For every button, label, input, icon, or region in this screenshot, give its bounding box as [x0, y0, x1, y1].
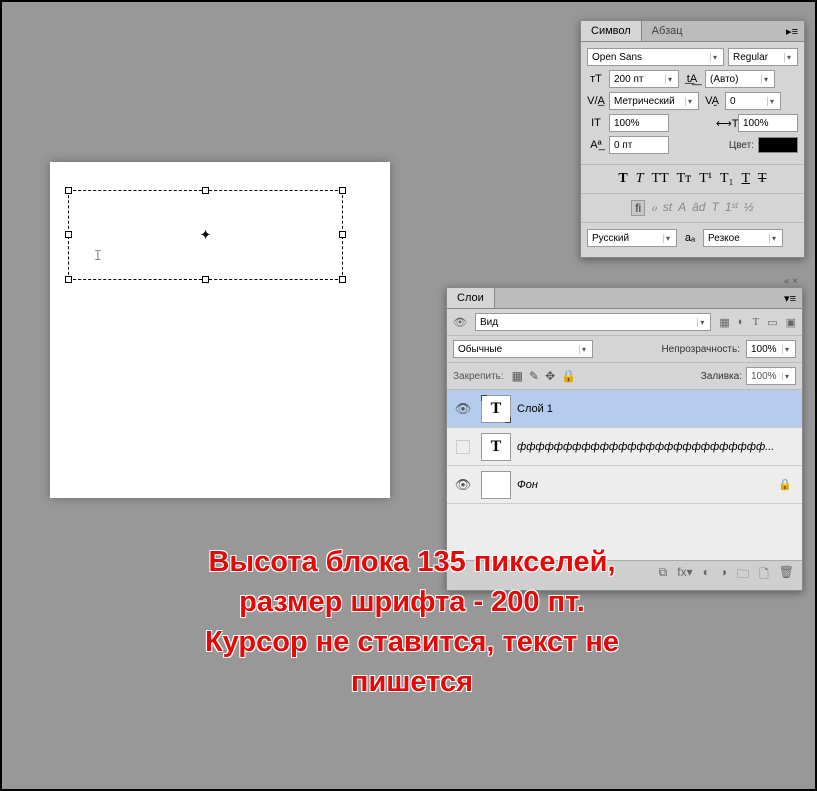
delete-layer-icon[interactable]: 🗑 [779, 565, 794, 586]
visibility-toggle[interactable]: 👁 [451, 401, 475, 417]
ot-discretionary[interactable]: st [663, 200, 672, 216]
filter-type-icon[interactable]: T [752, 316, 759, 328]
visibility-toggle[interactable] [456, 440, 470, 454]
handle-top-right[interactable] [339, 187, 346, 194]
style-smallcaps[interactable]: Tт [677, 171, 692, 187]
hscale-icon: ⟷T [716, 117, 734, 130]
baseline-input[interactable]: 0 пт [609, 136, 669, 154]
font-size-icon: тT [587, 73, 605, 85]
filter-smart-icon[interactable]: ▣ [786, 316, 796, 329]
antialias-icon: aₐ [681, 232, 699, 244]
filter-adjust-icon[interactable]: ◐ [738, 316, 745, 328]
ot-contextual[interactable]: T [711, 200, 718, 216]
leading-icon: t͟A͟ [683, 73, 701, 85]
handle-bot-mid[interactable] [202, 276, 209, 283]
opacity-label: Непрозрачность: [661, 344, 740, 355]
panel-collapse-icon[interactable]: « × [784, 276, 798, 287]
handle-bot-left[interactable] [65, 276, 72, 283]
ot-titling[interactable]: A [678, 200, 686, 216]
font-style-select[interactable]: Regular▾ [728, 48, 798, 66]
font-family-select[interactable]: Open Sans▾ [587, 48, 724, 66]
layer-name[interactable]: Слой 1 [517, 403, 798, 415]
style-allcaps[interactable]: TT [652, 171, 669, 187]
document-canvas[interactable]: ✦ 𝙸 [50, 162, 390, 498]
tracking-icon: VA͍ [703, 95, 721, 107]
handle-top-left[interactable] [65, 187, 72, 194]
handle-top-mid[interactable] [202, 187, 209, 194]
vscale-icon: IT [587, 117, 605, 129]
font-size-input[interactable]: 200 пт▾ [609, 70, 679, 88]
blend-mode-select[interactable]: Обычные▾ [453, 340, 593, 358]
lock-pixels-icon[interactable]: ✎ [529, 369, 539, 383]
tab-layers[interactable]: Слои [447, 288, 495, 308]
annotation-text: Высота блока 135 пикселей, размер шрифта… [92, 542, 732, 702]
lock-label: Закрепить: [453, 371, 504, 382]
new-layer-icon[interactable]: 🗋 [759, 565, 769, 586]
character-panel: Символ Абзац ▸≡ Open Sans▾ Regular▾ тT 2… [580, 20, 805, 258]
layer-item[interactable]: 👁 Фон 🔒 [447, 466, 802, 504]
layer-item[interactable]: T ффффффффффффффффффффффффффф... [447, 428, 802, 466]
vscale-input[interactable]: 100% [609, 114, 669, 132]
text-color-swatch[interactable] [758, 137, 798, 153]
lock-all-icon[interactable]: 🔒 [561, 369, 576, 383]
style-bold[interactable]: T [618, 171, 627, 187]
ot-ligature[interactable]: fi [631, 200, 645, 216]
transform-center-icon: ✦ [200, 227, 212, 244]
filter-type-select[interactable]: Вид▾ [475, 313, 711, 331]
hscale-input[interactable]: 100% [738, 114, 798, 132]
layers-menu-button[interactable]: ▾≡ [778, 292, 802, 305]
layer-thumbnail[interactable]: T [481, 433, 511, 461]
text-selection-box[interactable]: ✦ 𝙸 [68, 190, 343, 280]
lock-icon: 🔒 [778, 478, 798, 491]
fill-input[interactable]: 100%▾ [746, 367, 796, 385]
text-cursor-icon: 𝙸 [93, 247, 103, 264]
style-strike[interactable]: T [758, 171, 767, 187]
visibility-toggle[interactable]: 👁 [451, 477, 475, 493]
tab-paragraph[interactable]: Абзац [642, 21, 693, 41]
handle-mid-left[interactable] [65, 231, 72, 238]
layer-name[interactable]: Фон [517, 479, 772, 491]
filter-shape-icon[interactable]: ▭ [767, 316, 777, 329]
tab-symbol[interactable]: Символ [581, 21, 642, 41]
ot-fraction[interactable]: ½ [744, 200, 754, 216]
filter-eye-icon[interactable]: 👁 [453, 316, 467, 329]
fill-label: Заливка: [701, 371, 742, 382]
handle-mid-right[interactable] [339, 231, 346, 238]
kerning-select[interactable]: Метрический▾ [609, 92, 699, 110]
layer-thumbnail[interactable] [481, 471, 511, 499]
lock-transparency-icon[interactable]: ▦ [512, 369, 523, 383]
tracking-input[interactable]: 0▾ [725, 92, 781, 110]
leading-input[interactable]: (Авто)▾ [705, 70, 775, 88]
ot-swash[interactable]: ℴ [651, 200, 657, 216]
style-underline[interactable]: T [741, 171, 750, 187]
ot-stylistic[interactable]: ād [692, 200, 705, 216]
antialias-select[interactable]: Резкое▾ [703, 229, 783, 247]
layer-name[interactable]: ффффффффффффффффффффффффффф... [517, 441, 798, 453]
baseline-icon: Aª̲ [587, 139, 605, 151]
panel-menu-button[interactable]: ▸≡ [780, 25, 804, 38]
kerning-icon: V/A̲ [587, 95, 605, 107]
style-superscript[interactable]: T¹ [699, 171, 712, 187]
handle-bot-right[interactable] [339, 276, 346, 283]
style-italic[interactable]: T [636, 171, 644, 187]
style-subscript[interactable]: T₁ [720, 171, 733, 187]
color-label: Цвет: [729, 140, 754, 151]
opacity-input[interactable]: 100%▾ [746, 340, 796, 358]
ot-ordinal[interactable]: 1ˢᵗ [725, 200, 738, 216]
language-select[interactable]: Русский▾ [587, 229, 677, 247]
new-group-icon[interactable]: 🗀 [737, 565, 749, 586]
layer-thumbnail[interactable]: T [481, 395, 511, 423]
filter-pixel-icon[interactable]: ▦ [719, 316, 729, 329]
layer-list: 👁 T Слой 1 T ффффффффффффффффффффффффффф… [447, 390, 802, 560]
layer-item[interactable]: 👁 T Слой 1 [447, 390, 802, 428]
lock-position-icon[interactable]: ✥ [545, 369, 555, 383]
